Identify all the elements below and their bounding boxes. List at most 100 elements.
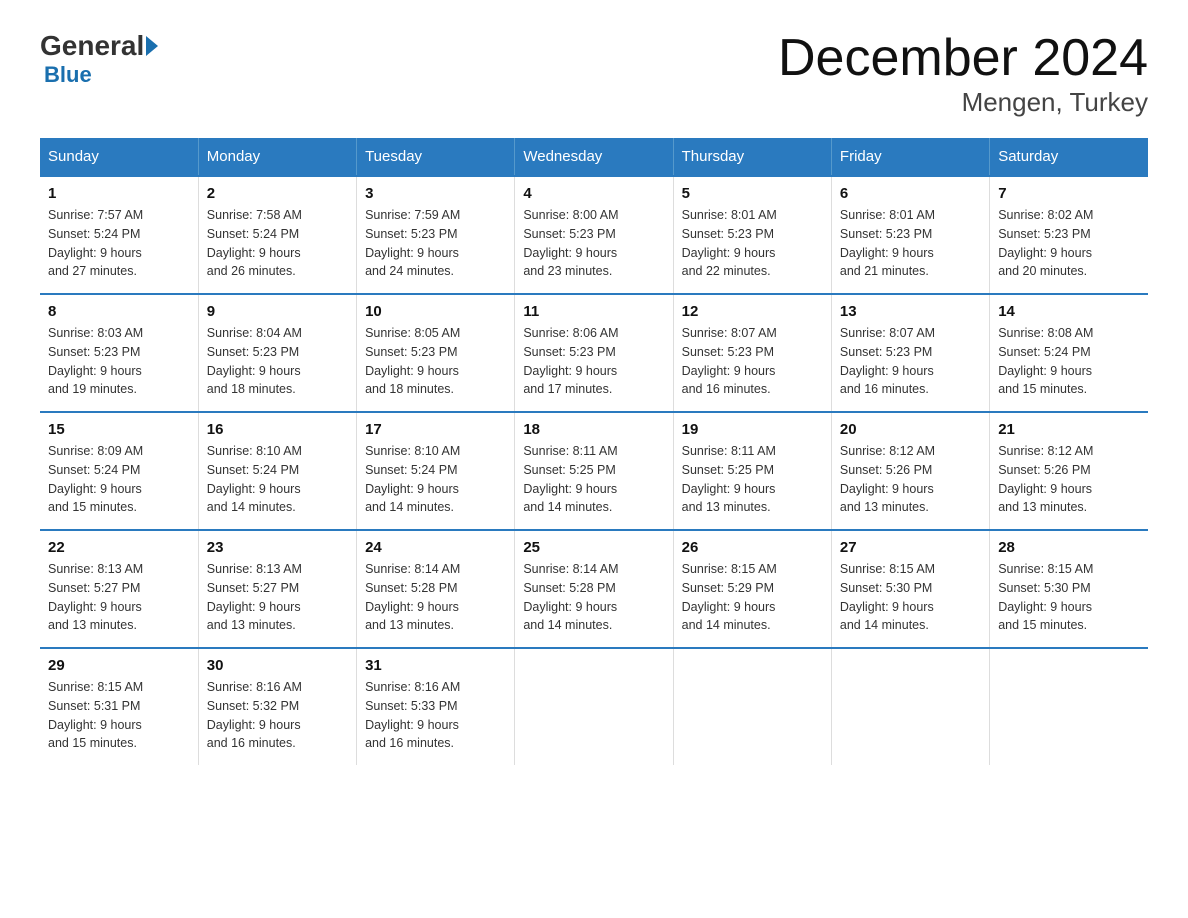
day-info: Sunrise: 8:10 AM Sunset: 5:24 PM Dayligh… — [207, 442, 348, 517]
day-info: Sunrise: 8:12 AM Sunset: 5:26 PM Dayligh… — [840, 442, 981, 517]
logo: General Blue — [40, 30, 160, 88]
header-tuesday: Tuesday — [357, 138, 515, 176]
day-info: Sunrise: 8:01 AM Sunset: 5:23 PM Dayligh… — [682, 206, 823, 281]
page-title: December 2024 — [778, 30, 1148, 87]
day-number: 22 — [48, 539, 190, 556]
calendar-cell: 20 Sunrise: 8:12 AM Sunset: 5:26 PM Dayli… — [831, 412, 989, 530]
calendar-cell: 9 Sunrise: 8:04 AM Sunset: 5:23 PM Daylig… — [198, 294, 356, 412]
day-number: 13 — [840, 303, 981, 320]
calendar-cell: 22 Sunrise: 8:13 AM Sunset: 5:27 PM Dayli… — [40, 530, 198, 648]
calendar-cell: 24Sunrise: 8:14 AM Sunset: 5:28 PM Dayli… — [357, 530, 515, 648]
day-info: Sunrise: 8:15 AM Sunset: 5:29 PM Dayligh… — [682, 560, 823, 635]
calendar-cell: 5 Sunrise: 8:01 AM Sunset: 5:23 PM Daylig… — [673, 176, 831, 294]
day-number: 31 — [365, 657, 506, 674]
calendar-week-row: 22 Sunrise: 8:13 AM Sunset: 5:27 PM Dayli… — [40, 530, 1148, 648]
calendar-cell: 13 Sunrise: 8:07 AM Sunset: 5:23 PM Dayli… — [831, 294, 989, 412]
day-number: 29 — [48, 657, 190, 674]
calendar-cell: 2 Sunrise: 7:58 AM Sunset: 5:24 PM Daylig… — [198, 176, 356, 294]
calendar-table: SundayMondayTuesdayWednesdayThursdayFrid… — [40, 138, 1148, 765]
calendar-week-row: 1 Sunrise: 7:57 AM Sunset: 5:24 PM Daylig… — [40, 176, 1148, 294]
calendar-cell: 7 Sunrise: 8:02 AM Sunset: 5:23 PM Daylig… — [990, 176, 1148, 294]
calendar-cell: 1 Sunrise: 7:57 AM Sunset: 5:24 PM Daylig… — [40, 176, 198, 294]
day-number: 14 — [998, 303, 1140, 320]
day-number: 23 — [207, 539, 348, 556]
calendar-cell: 28Sunrise: 8:15 AM Sunset: 5:30 PM Dayli… — [990, 530, 1148, 648]
day-number: 19 — [682, 421, 823, 438]
day-number: 9 — [207, 303, 348, 320]
day-info: Sunrise: 7:58 AM Sunset: 5:24 PM Dayligh… — [207, 206, 348, 281]
day-info: Sunrise: 8:15 AM Sunset: 5:31 PM Dayligh… — [48, 678, 190, 753]
day-number: 30 — [207, 657, 348, 674]
header-monday: Monday — [198, 138, 356, 176]
logo-arrow-icon — [146, 36, 158, 56]
page-header: General Blue December 2024 Mengen, Turke… — [40, 30, 1148, 118]
calendar-cell — [515, 648, 673, 765]
calendar-cell: 12 Sunrise: 8:07 AM Sunset: 5:23 PM Dayli… — [673, 294, 831, 412]
day-info: Sunrise: 8:13 AM Sunset: 5:27 PM Dayligh… — [48, 560, 190, 635]
calendar-header-row: SundayMondayTuesdayWednesdayThursdayFrid… — [40, 138, 1148, 176]
day-number: 6 — [840, 185, 981, 202]
day-number: 5 — [682, 185, 823, 202]
calendar-cell: 16Sunrise: 8:10 AM Sunset: 5:24 PM Dayli… — [198, 412, 356, 530]
day-info: Sunrise: 8:07 AM Sunset: 5:23 PM Dayligh… — [840, 324, 981, 399]
day-number: 1 — [48, 185, 190, 202]
calendar-cell: 17Sunrise: 8:10 AM Sunset: 5:24 PM Dayli… — [357, 412, 515, 530]
day-info: Sunrise: 8:14 AM Sunset: 5:28 PM Dayligh… — [523, 560, 664, 635]
day-info: Sunrise: 7:57 AM Sunset: 5:24 PM Dayligh… — [48, 206, 190, 281]
page-subtitle: Mengen, Turkey — [778, 87, 1148, 118]
day-info: Sunrise: 8:16 AM Sunset: 5:32 PM Dayligh… — [207, 678, 348, 753]
day-number: 3 — [365, 185, 506, 202]
calendar-cell: 21 Sunrise: 8:12 AM Sunset: 5:26 PM Dayli… — [990, 412, 1148, 530]
header-friday: Friday — [831, 138, 989, 176]
day-info: Sunrise: 8:08 AM Sunset: 5:24 PM Dayligh… — [998, 324, 1140, 399]
calendar-cell: 26Sunrise: 8:15 AM Sunset: 5:29 PM Dayli… — [673, 530, 831, 648]
calendar-cell: 15Sunrise: 8:09 AM Sunset: 5:24 PM Dayli… — [40, 412, 198, 530]
day-info: Sunrise: 8:15 AM Sunset: 5:30 PM Dayligh… — [840, 560, 981, 635]
day-number: 10 — [365, 303, 506, 320]
day-info: Sunrise: 8:12 AM Sunset: 5:26 PM Dayligh… — [998, 442, 1140, 517]
calendar-cell: 19 Sunrise: 8:11 AM Sunset: 5:25 PM Dayli… — [673, 412, 831, 530]
day-number: 28 — [998, 539, 1140, 556]
day-info: Sunrise: 8:10 AM Sunset: 5:24 PM Dayligh… — [365, 442, 506, 517]
day-number: 12 — [682, 303, 823, 320]
day-info: Sunrise: 8:01 AM Sunset: 5:23 PM Dayligh… — [840, 206, 981, 281]
calendar-cell: 4Sunrise: 8:00 AM Sunset: 5:23 PM Daylig… — [515, 176, 673, 294]
calendar-cell: 10 Sunrise: 8:05 AM Sunset: 5:23 PM Dayli… — [357, 294, 515, 412]
day-info: Sunrise: 8:05 AM Sunset: 5:23 PM Dayligh… — [365, 324, 506, 399]
title-block: December 2024 Mengen, Turkey — [778, 30, 1148, 118]
day-info: Sunrise: 8:02 AM Sunset: 5:23 PM Dayligh… — [998, 206, 1140, 281]
calendar-cell: 3Sunrise: 7:59 AM Sunset: 5:23 PM Daylig… — [357, 176, 515, 294]
day-number: 20 — [840, 421, 981, 438]
day-info: Sunrise: 8:11 AM Sunset: 5:25 PM Dayligh… — [682, 442, 823, 517]
day-number: 11 — [523, 303, 664, 320]
calendar-cell: 11 Sunrise: 8:06 AM Sunset: 5:23 PM Dayli… — [515, 294, 673, 412]
calendar-cell: 30 Sunrise: 8:16 AM Sunset: 5:32 PM Dayli… — [198, 648, 356, 765]
calendar-cell — [990, 648, 1148, 765]
day-number: 27 — [840, 539, 981, 556]
calendar-cell: 23 Sunrise: 8:13 AM Sunset: 5:27 PM Dayli… — [198, 530, 356, 648]
calendar-cell — [831, 648, 989, 765]
calendar-week-row: 15Sunrise: 8:09 AM Sunset: 5:24 PM Dayli… — [40, 412, 1148, 530]
header-saturday: Saturday — [990, 138, 1148, 176]
day-info: Sunrise: 8:07 AM Sunset: 5:23 PM Dayligh… — [682, 324, 823, 399]
calendar-week-row: 8 Sunrise: 8:03 AM Sunset: 5:23 PM Daylig… — [40, 294, 1148, 412]
day-number: 7 — [998, 185, 1140, 202]
day-number: 2 — [207, 185, 348, 202]
header-wednesday: Wednesday — [515, 138, 673, 176]
day-info: Sunrise: 8:06 AM Sunset: 5:23 PM Dayligh… — [523, 324, 664, 399]
calendar-cell: 18Sunrise: 8:11 AM Sunset: 5:25 PM Dayli… — [515, 412, 673, 530]
day-info: Sunrise: 8:16 AM Sunset: 5:33 PM Dayligh… — [365, 678, 506, 753]
day-number: 25 — [523, 539, 664, 556]
day-info: Sunrise: 8:04 AM Sunset: 5:23 PM Dayligh… — [207, 324, 348, 399]
day-info: Sunrise: 8:11 AM Sunset: 5:25 PM Dayligh… — [523, 442, 664, 517]
calendar-cell: 14 Sunrise: 8:08 AM Sunset: 5:24 PM Dayli… — [990, 294, 1148, 412]
calendar-cell: 8 Sunrise: 8:03 AM Sunset: 5:23 PM Daylig… — [40, 294, 198, 412]
logo-blue-text: Blue — [44, 62, 92, 88]
day-number: 8 — [48, 303, 190, 320]
day-number: 21 — [998, 421, 1140, 438]
calendar-cell: 25 Sunrise: 8:14 AM Sunset: 5:28 PM Dayli… — [515, 530, 673, 648]
day-info: Sunrise: 8:13 AM Sunset: 5:27 PM Dayligh… — [207, 560, 348, 635]
day-number: 4 — [523, 185, 664, 202]
day-info: Sunrise: 8:03 AM Sunset: 5:23 PM Dayligh… — [48, 324, 190, 399]
calendar-cell — [673, 648, 831, 765]
